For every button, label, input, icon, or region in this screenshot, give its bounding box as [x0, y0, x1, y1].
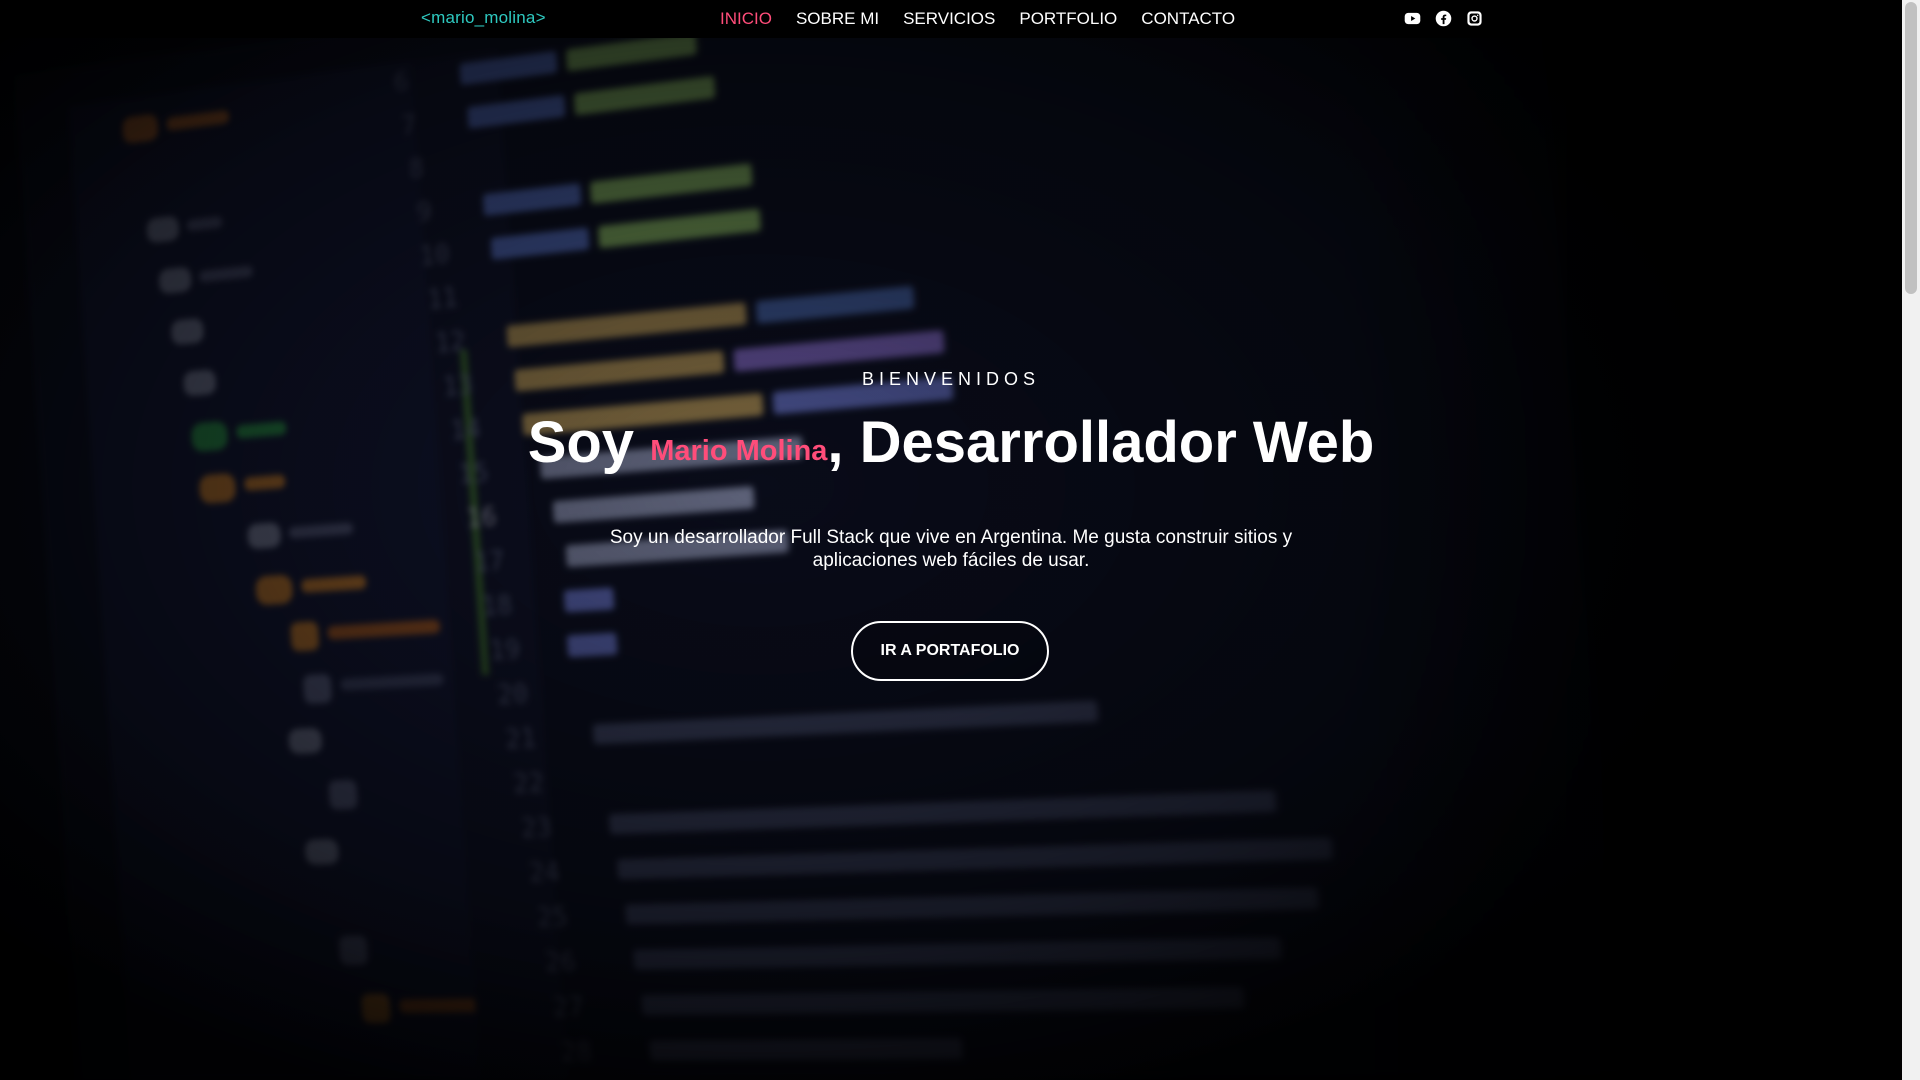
nav-link-sobre-mi[interactable]: SOBRE MI	[796, 9, 879, 29]
hero-eyebrow: BIENVENIDOS	[861, 369, 1041, 389]
portfolio-button[interactable]: IR A PORTAFOLIO	[851, 621, 1049, 681]
headline-suffix: , Desarrollador Web	[827, 410, 1375, 475]
nav-link-servicios[interactable]: SERVICIOS	[903, 9, 995, 29]
headline-name: Mario Molina	[650, 435, 828, 467]
social-links	[1404, 10, 1483, 27]
nav-link-portfolio[interactable]: PORTFOLIO	[1019, 9, 1117, 29]
nav-link-contacto[interactable]: CONTACTO	[1141, 9, 1235, 29]
scrollbar-thumb[interactable]	[1905, 2, 1917, 294]
site-logo[interactable]: <mario_molina>	[421, 8, 546, 28]
hero-headline: Soy Mario Molina, Desarrollador Web	[0, 407, 1902, 487]
hero-description: Soy un desarrollador Full Stack que vive…	[609, 527, 1293, 571]
page: 6 7 8 9 10 11 12 13 14 15 16 17 18 19 20…	[0, 0, 1920, 1080]
nav-link-inicio[interactable]: INICIO	[720, 9, 772, 29]
instagram-icon[interactable]	[1466, 10, 1483, 27]
facebook-icon[interactable]	[1435, 10, 1452, 27]
youtube-icon[interactable]	[1404, 10, 1421, 27]
page-scrollbar[interactable]	[1902, 0, 1920, 1080]
hero-section: BIENVENIDOS Soy Mario Molina, Desarrolla…	[0, 0, 1902, 1080]
headline-prefix: Soy	[527, 410, 651, 475]
top-navbar: <mario_molina> INICIO SOBRE MI SERVICIOS…	[0, 0, 1902, 38]
nav-menu: INICIO SOBRE MI SERVICIOS PORTFOLIO CONT…	[720, 9, 1235, 29]
